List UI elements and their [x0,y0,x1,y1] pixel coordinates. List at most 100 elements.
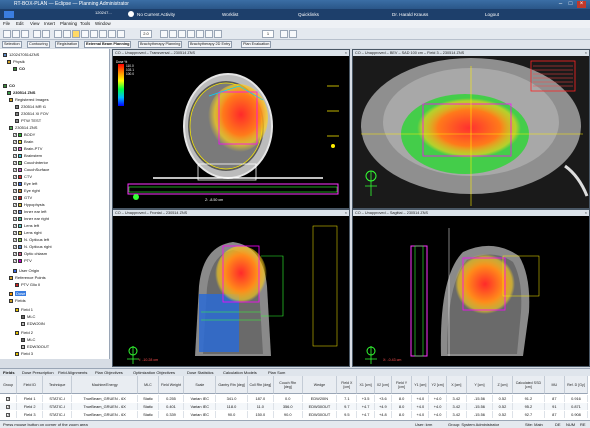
tab-brachytherapy-2d-entry[interactable]: Brachytherapy 2D Entry [188,41,233,48]
visibility-checkbox[interactable]: ✓ [13,237,17,242]
patient-icon[interactable] [4,11,14,18]
column-header[interactable]: Coll Rtn [deg] [247,376,274,394]
tree-physik[interactable]: Physik [7,58,25,65]
column-header[interactable]: Y [cm] [466,376,493,394]
open-icon[interactable] [3,30,11,38]
column-header[interactable]: Calculated SSD [cm] [513,376,545,394]
tab-selection[interactable]: Selection [2,41,22,48]
tree-reference-points[interactable]: Reference Points [9,274,46,281]
menu-view[interactable]: View [30,20,39,28]
zoom-icon[interactable] [72,30,80,38]
visibility-checkbox[interactable]: ✓ [13,181,17,186]
dose-icon[interactable] [196,30,204,38]
column-header[interactable]: X2 [cm] [374,376,392,394]
tree-structure[interactable]: ✓ CTV [13,173,32,180]
print-icon[interactable] [21,30,29,38]
row-checkbox[interactable]: ✓ [0,403,18,410]
tree-field-1[interactable]: Field 1 [15,306,33,313]
rotate-icon[interactable] [90,30,98,38]
tab-registration[interactable]: Registration [55,41,80,48]
visibility-checkbox[interactable]: ✓ [13,174,17,179]
column-header[interactable]: Machine/Energy [72,376,139,394]
tree-structure[interactable]: ✓ Brain [13,138,33,145]
visibility-checkbox[interactable]: ✓ [13,202,17,207]
next-icon[interactable] [289,30,297,38]
column-header[interactable]: MU [544,376,565,394]
tree-structure[interactable]: ✓ Inner ear left [13,208,46,215]
field-number-field[interactable]: 1 [262,30,274,38]
viewport-transversal[interactable]: CO – Unapproved – Transversal – 230514 Z… [112,49,350,209]
tree-field-2-mlc[interactable]: MLC [21,336,35,343]
beam-icon[interactable] [160,30,168,38]
visibility-checkbox[interactable]: ✓ [13,160,17,165]
tree-co-root[interactable]: CO [3,82,15,89]
tree-image-2[interactable]: 230514 XI FOV [15,110,49,117]
zoom-value-field[interactable]: 2.0 [140,30,152,38]
tree-structure[interactable]: ✓ Optic chiasm [13,250,47,257]
maximize-icon[interactable]: □ [566,1,575,8]
visibility-checkbox[interactable]: ✓ [13,258,17,263]
view-icon[interactable] [117,30,125,38]
tab-external-beam-planning[interactable]: External Beam Planning [84,41,132,48]
minimize-icon[interactable]: – [556,1,565,8]
tree-field-3[interactable]: Field 3 [15,350,33,357]
tree-field-2-wedge[interactable]: EDW30OUT [21,343,49,350]
column-header[interactable]: Couch Rtn [deg] [273,376,303,394]
viewport-bev[interactable]: CO – Unapproved – BEV – SAD 100 cm – Fie… [352,49,590,209]
patient-tab[interactable]: 120247... [95,9,112,16]
tree-structure[interactable]: ✓ Brain-PTV [13,145,42,152]
tree-registered-images[interactable]: Registered Images [9,96,49,103]
isocenter-icon[interactable] [205,30,213,38]
calculate-icon[interactable] [214,30,222,38]
tab-plan-evaluation[interactable]: Plan Evaluation [241,41,272,48]
column-header[interactable]: X [cm] [446,376,467,394]
column-header[interactable]: Y1 [cm] [412,376,430,394]
column-header[interactable]: Y2 [cm] [429,376,447,394]
visibility-checkbox[interactable]: ✓ [13,146,17,151]
tree-structure[interactable]: ✓ BODY [13,131,35,138]
visibility-checkbox[interactable]: ✓ [13,139,17,144]
logout-button[interactable]: Logout [485,9,499,20]
tree-structure[interactable]: ✓ PTV [13,257,32,264]
column-header[interactable]: Group [0,376,18,394]
no-current-activity[interactable]: No Current Activity [137,9,175,20]
visibility-checkbox[interactable]: ✓ [13,209,17,214]
row-checkbox[interactable]: ✓ [0,395,18,402]
column-header[interactable]: Field ID [17,376,44,394]
worklist-menu[interactable]: Worklist [222,9,238,20]
pointer-icon[interactable] [54,30,62,38]
visibility-checkbox[interactable]: ✓ [13,216,17,221]
column-header[interactable]: Z [cm] [492,376,514,394]
column-header[interactable]: Wedge [302,376,338,394]
field-icon[interactable] [169,30,177,38]
column-header[interactable]: Technique [43,376,73,394]
quicklinks-menu[interactable]: Quicklinks [298,9,319,20]
tree-structure[interactable]: ✓ Eye left [13,180,37,187]
tab-brachytherapy-planning[interactable]: Brachytherapy Planning [138,41,183,48]
tree-field-1-wedge[interactable]: EDW20IN [21,320,45,327]
tree-structure[interactable]: ✓ CouchSurface [13,166,49,173]
visibility-checkbox[interactable]: ✓ [13,195,17,200]
visibility-checkbox[interactable]: ✓ [13,223,17,228]
tree-structure[interactable]: ✓ GTV [13,194,32,201]
layout-icon[interactable] [108,30,116,38]
undo-icon[interactable] [33,30,41,38]
visibility-checkbox[interactable]: ✓ [13,167,17,172]
tree-structure[interactable]: ✓ Hypophysis [13,201,45,208]
tree-image-3[interactable]: PTW TEST [15,117,41,124]
visibility-checkbox[interactable]: ✓ [13,132,17,137]
column-header[interactable]: Field Weight [158,376,185,394]
tree-structure[interactable]: ✓ CouchInterior [13,159,48,166]
tree-field-2[interactable]: Field 2 [15,329,33,336]
tree-course[interactable]: 230514 ZNS [7,89,35,96]
tree-structure[interactable]: ✓ N. Opticus left [13,236,49,243]
column-header[interactable]: Field Y [cm] [392,376,413,394]
tree-structure[interactable]: ✓ Eye right [13,187,40,194]
menu-edit[interactable]: Edit [16,20,24,28]
tree-structure[interactable]: ✓ Brainstem [13,152,42,159]
prev-icon[interactable] [280,30,288,38]
visibility-checkbox[interactable]: ✓ [13,188,17,193]
tree-user-origin[interactable]: User Origin [13,267,39,274]
tree-fields[interactable]: Fields [9,297,26,304]
pan-icon[interactable] [63,30,71,38]
